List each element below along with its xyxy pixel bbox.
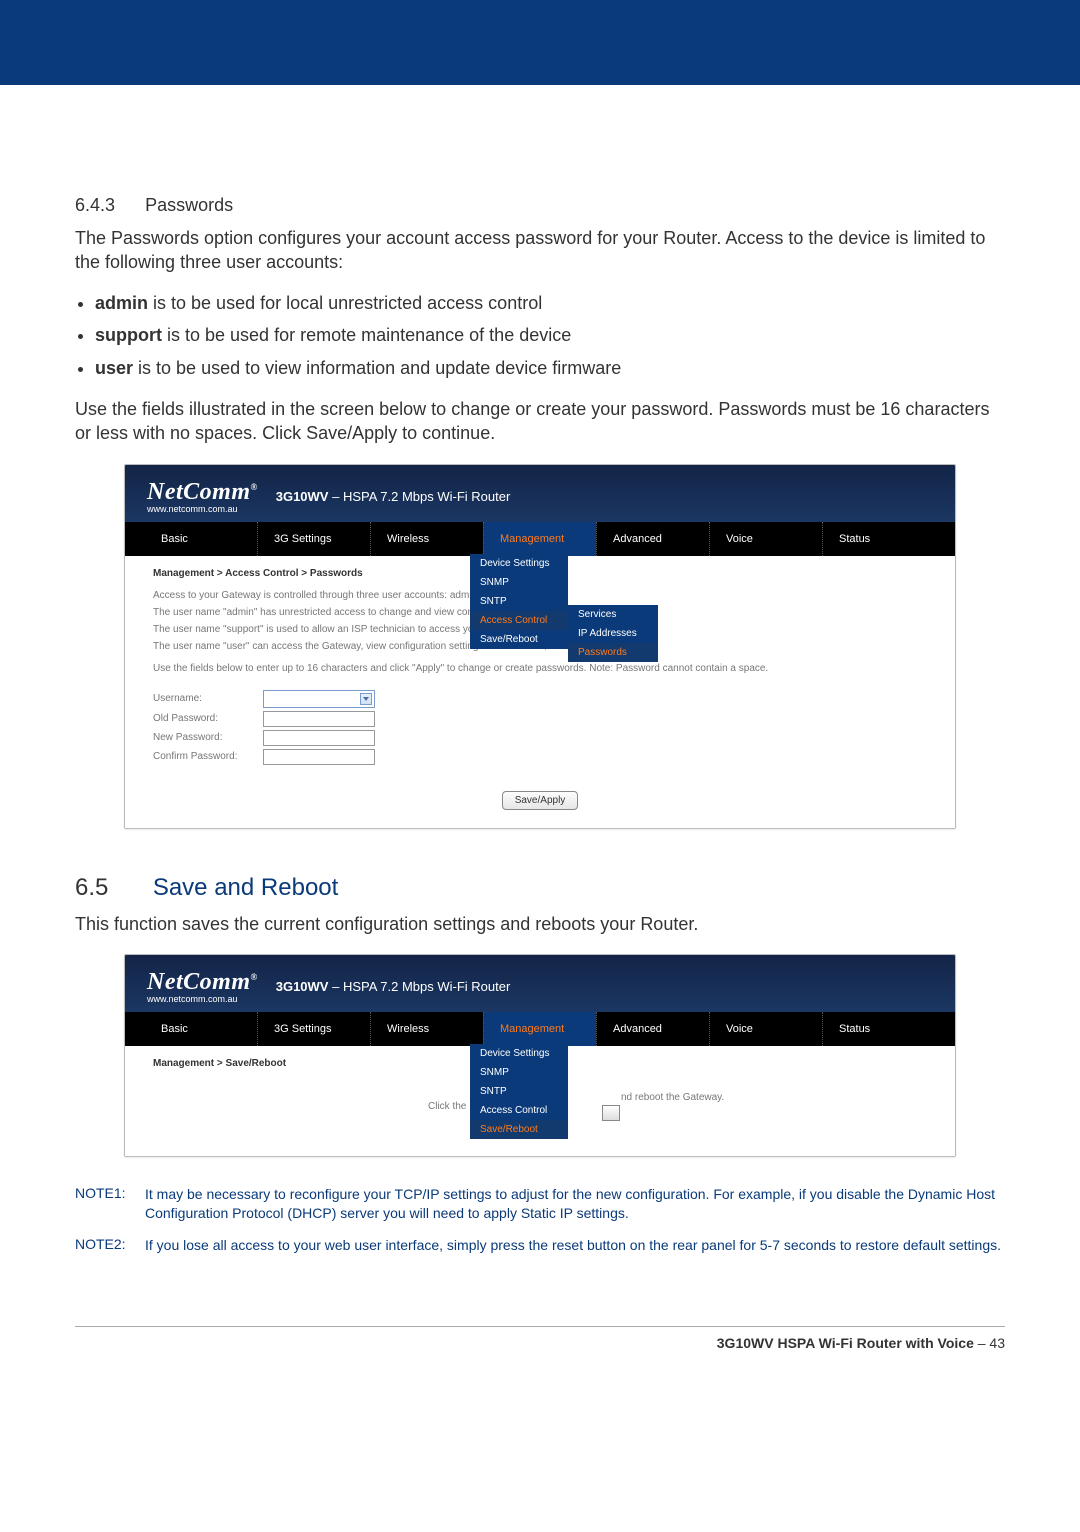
section-outro: Use the fields illustrated in the screen… <box>75 397 1005 446</box>
password-form: Username: Old Password: New Password: Co… <box>153 690 927 765</box>
tab-3g-settings[interactable]: 3G Settings <box>257 1012 370 1046</box>
router-body: Device Settings SNMP SNTP Access Control… <box>125 556 955 828</box>
section-title: Save and Reboot <box>153 874 338 901</box>
router-header: NetComm® www.netcomm.com.au 3G10WV – HSP… <box>125 955 955 1012</box>
tab-advanced[interactable]: Advanced <box>596 522 709 556</box>
menu-device-settings[interactable]: Device Settings <box>470 1044 568 1063</box>
note-label: NOTE2: <box>75 1236 145 1256</box>
submenu-ip-addresses[interactable]: IP Addresses <box>568 624 658 643</box>
form-row-old-password: Old Password: <box>153 711 927 727</box>
router-logo-block: NetComm® www.netcomm.com.au <box>147 969 258 1004</box>
note-label: NOTE1: <box>75 1185 145 1224</box>
confirm-password-input[interactable] <box>263 749 375 765</box>
menu-save-reboot[interactable]: Save/Reboot <box>470 630 568 649</box>
menu-save-reboot[interactable]: Save/Reboot <box>470 1120 568 1139</box>
logo-subtext: www.netcomm.com.au <box>147 994 258 1004</box>
tab-3g-settings[interactable]: 3G Settings <box>257 522 370 556</box>
account-list: admin is to be used for local unrestrict… <box>95 289 1005 383</box>
menu-device-settings[interactable]: Device Settings <box>470 554 568 573</box>
router-text: nd reboot the Gateway. <box>621 1091 724 1105</box>
tab-basic[interactable]: Basic <box>145 1012 257 1046</box>
footer-page: – 43 <box>974 1335 1005 1351</box>
form-row-username: Username: <box>153 690 927 708</box>
router-model: 3G10WV – HSPA 7.2 Mbps Wi-Fi Router <box>276 979 511 994</box>
save-reboot-button-icon[interactable] <box>602 1105 620 1121</box>
router-screenshot-passwords: NetComm® www.netcomm.com.au 3G10WV – HSP… <box>124 464 956 829</box>
page: 6.4.3 Passwords The Passwords option con… <box>0 0 1080 1532</box>
section-intro: The Passwords option configures your acc… <box>75 226 1005 275</box>
router-model: 3G10WV – HSPA 7.2 Mbps Wi-Fi Router <box>276 489 511 504</box>
new-password-input[interactable] <box>263 730 375 746</box>
tab-wireless[interactable]: Wireless <box>370 522 483 556</box>
username-label: Username: <box>153 693 263 704</box>
list-item: user is to be used to view information a… <box>95 354 1005 383</box>
menu-sntp[interactable]: SNTP <box>470 1082 568 1101</box>
menu-access-control[interactable]: Access Control <box>470 611 568 630</box>
new-password-label: New Password: <box>153 732 263 743</box>
tab-status[interactable]: Status <box>822 522 935 556</box>
submenu-passwords[interactable]: Passwords <box>568 643 658 662</box>
note-text: It may be necessary to reconfigure your … <box>145 1185 1005 1224</box>
section-number: 6.4.3 <box>75 195 115 215</box>
menu-sntp[interactable]: SNTP <box>470 592 568 611</box>
button-wrap: Save/Apply <box>153 779 927 810</box>
menu-snmp[interactable]: SNMP <box>470 1063 568 1082</box>
tab-management[interactable]: Management <box>483 1012 596 1046</box>
router-header: NetComm® www.netcomm.com.au 3G10WV – HSP… <box>125 465 955 522</box>
header-band <box>0 0 1080 85</box>
router-body: Device Settings SNMP SNTP Access Control… <box>125 1046 955 1156</box>
content: 6.4.3 Passwords The Passwords option con… <box>0 85 1080 1256</box>
page-footer: 3G10WV HSPA Wi-Fi Router with Voice – 43 <box>75 1326 1005 1351</box>
tab-voice[interactable]: Voice <box>709 522 822 556</box>
old-password-label: Old Password: <box>153 713 263 724</box>
account-support-desc: is to be used for remote maintenance of … <box>162 325 571 345</box>
note-1: NOTE1: It may be necessary to reconfigur… <box>75 1185 1005 1224</box>
confirm-password-label: Confirm Password: <box>153 751 263 762</box>
username-select[interactable] <box>263 690 375 708</box>
section-6-4-3-heading: 6.4.3 Passwords <box>75 195 1005 216</box>
management-menu: Device Settings SNMP SNTP Access Control… <box>470 554 568 649</box>
section-number: 6.5 <box>75 874 108 901</box>
management-menu: Device Settings SNMP SNTP Access Control… <box>470 1044 568 1139</box>
menu-snmp[interactable]: SNMP <box>470 573 568 592</box>
tab-management[interactable]: Management <box>483 522 596 556</box>
account-admin: admin <box>95 293 148 313</box>
tab-basic[interactable]: Basic <box>145 522 257 556</box>
logo-subtext: www.netcomm.com.au <box>147 504 258 514</box>
old-password-input[interactable] <box>263 711 375 727</box>
router-text: Use the fields below to enter up to 16 c… <box>153 662 927 676</box>
footer-title: 3G10WV HSPA Wi-Fi Router with Voice <box>717 1335 974 1351</box>
form-row-confirm-password: Confirm Password: <box>153 749 927 765</box>
tab-advanced[interactable]: Advanced <box>596 1012 709 1046</box>
submenu-services[interactable]: Services <box>568 605 658 624</box>
account-user: user <box>95 358 133 378</box>
router-logo-block: NetComm® www.netcomm.com.au <box>147 479 258 514</box>
form-row-new-password: New Password: <box>153 730 927 746</box>
section-intro: This function saves the current configur… <box>75 912 1005 936</box>
netcomm-logo: NetComm® <box>147 969 258 995</box>
account-user-desc: is to be used to view information and up… <box>133 358 621 378</box>
account-admin-desc: is to be used for local unrestricted acc… <box>148 293 542 313</box>
section-title: Passwords <box>145 195 233 215</box>
menu-access-control[interactable]: Access Control <box>470 1101 568 1120</box>
router-text <box>598 1105 620 1121</box>
router-screenshot-save-reboot: NetComm® www.netcomm.com.au 3G10WV – HSP… <box>124 954 956 1157</box>
tab-status[interactable]: Status <box>822 1012 935 1046</box>
account-support: support <box>95 325 162 345</box>
save-apply-button[interactable]: Save/Apply <box>502 791 579 810</box>
access-control-submenu: Services IP Addresses Passwords <box>568 605 658 662</box>
list-item: admin is to be used for local unrestrict… <box>95 289 1005 318</box>
notes: NOTE1: It may be necessary to reconfigur… <box>75 1185 1005 1256</box>
tab-voice[interactable]: Voice <box>709 1012 822 1046</box>
router-tabs: Basic 3G Settings Wireless Management Ad… <box>125 522 955 556</box>
note-2: NOTE2: If you lose all access to your we… <box>75 1236 1005 1256</box>
netcomm-logo: NetComm® <box>147 479 258 505</box>
section-6-5-heading: 6.5 Save and Reboot <box>75 874 1005 902</box>
tab-wireless[interactable]: Wireless <box>370 1012 483 1046</box>
note-text: If you lose all access to your web user … <box>145 1236 1001 1256</box>
list-item: support is to be used for remote mainten… <box>95 321 1005 350</box>
router-tabs: Basic 3G Settings Wireless Management Ad… <box>125 1012 955 1046</box>
